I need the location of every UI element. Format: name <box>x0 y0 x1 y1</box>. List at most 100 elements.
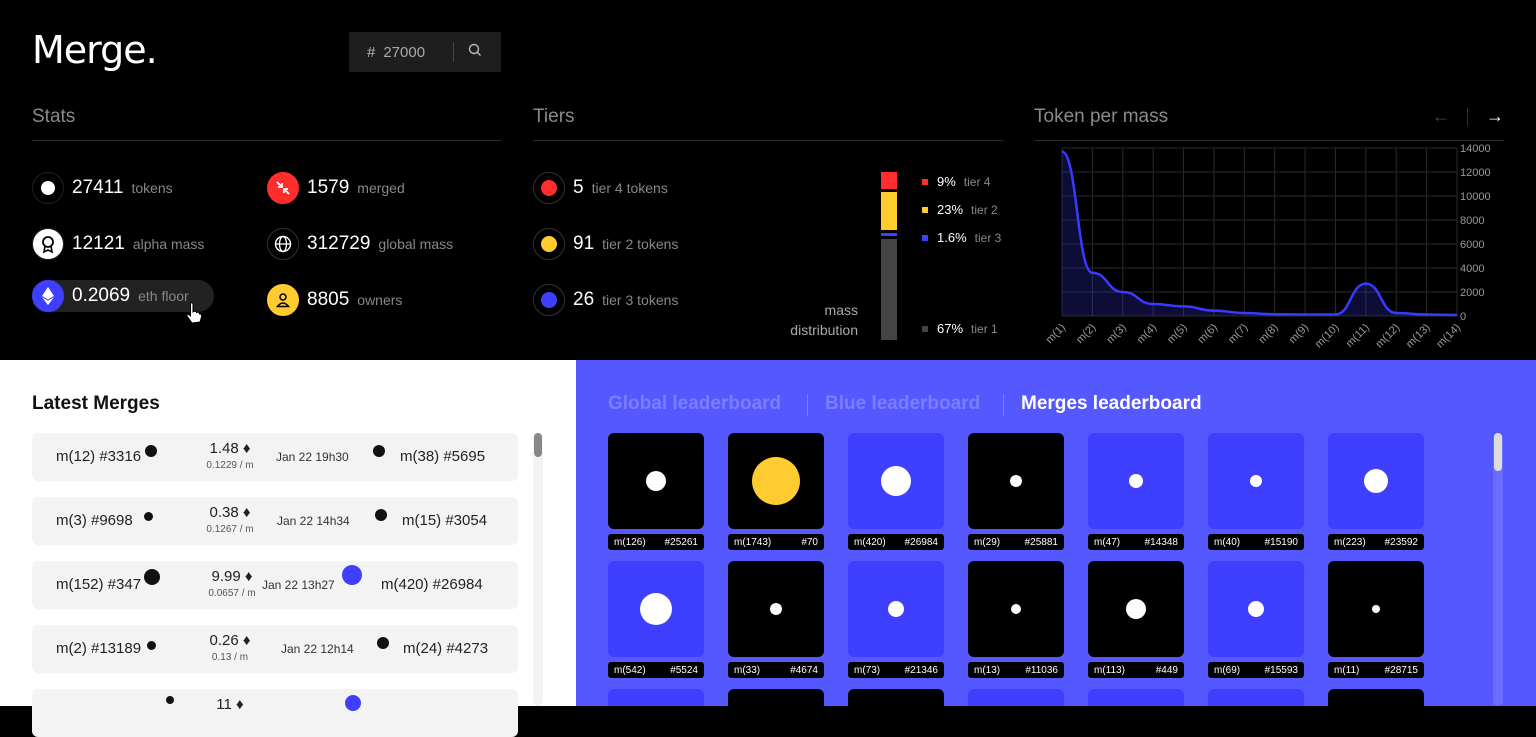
merge-to[interactable]: m(38) #5695 <box>400 448 485 465</box>
token-tile[interactable] <box>1208 433 1304 529</box>
mass-bar-tier-2 <box>881 192 897 230</box>
token-mass: m(113) <box>1094 665 1125 676</box>
eth-icon: ♦ <box>243 504 251 521</box>
next-tile-row <box>608 689 1444 706</box>
token-mass: m(542) <box>614 665 646 676</box>
token-tag[interactable]: m(40)#15190 <box>1208 534 1304 550</box>
token-tile[interactable] <box>848 561 944 657</box>
merge-row[interactable]: m(2) #13189 0.26 ♦0.13 / m Jan 22 12h14 … <box>32 625 518 673</box>
token-tag[interactable]: m(1743)#70 <box>728 534 824 550</box>
tiers-divider <box>533 140 1004 141</box>
token-tag[interactable]: m(13)#11036 <box>968 662 1064 678</box>
merge-mass: 1.48 ♦0.1229 / m <box>180 441 280 472</box>
to-dot-icon <box>345 695 361 711</box>
token-tag[interactable]: m(29)#25881 <box>968 534 1064 550</box>
search-icon[interactable] <box>468 43 482 61</box>
scrollbar-thumb[interactable] <box>1494 433 1502 471</box>
stat-label: owners <box>357 292 402 308</box>
token-tag[interactable]: m(69)#15593 <box>1208 662 1304 678</box>
merge-from[interactable]: m(3) #9698 <box>56 512 133 529</box>
stat-value: 12121 <box>72 233 125 255</box>
y-tick-label: 6000 <box>1460 239 1484 251</box>
token-tile[interactable] <box>728 433 824 529</box>
leaderboard-scrollbar[interactable] <box>1493 433 1503 706</box>
tiers-title: Tiers <box>533 106 575 128</box>
search-divider <box>453 42 454 62</box>
stat-tokens: 27411 tokens <box>32 172 173 204</box>
tab-merges-leaderboard[interactable]: Merges leaderboard <box>1021 393 1202 415</box>
token-tag[interactable]: m(223)#23592 <box>1328 534 1424 550</box>
merge-to[interactable]: m(420) #26984 <box>381 576 483 593</box>
token-tag[interactable]: m(420)#26984 <box>848 534 944 550</box>
token-tag[interactable]: m(33)#4674 <box>728 662 824 678</box>
latest-merges-scrollbar[interactable] <box>533 433 543 706</box>
token-tile[interactable] <box>1328 433 1424 529</box>
x-tick-label: m(4) <box>1135 322 1159 346</box>
token-id: #14348 <box>1145 537 1178 548</box>
token-id: #21346 <box>905 665 938 676</box>
logo[interactable]: Merge. <box>32 28 157 72</box>
token-mass: m(47) <box>1094 537 1120 548</box>
token-tag[interactable]: m(542)#5524 <box>608 662 704 678</box>
merge-row[interactable]: 11 ♦ <box>32 689 518 737</box>
tier-2-stat: 91 tier 2 tokens <box>533 228 678 260</box>
legend-tier-1: 67%tier 1 <box>922 321 998 336</box>
series-line <box>1062 152 1457 315</box>
legend-tier-2: 23%tier 2 <box>922 202 998 217</box>
tab-global-leaderboard[interactable]: Global leaderboard <box>608 393 781 415</box>
x-tick-label: m(14) <box>1434 322 1463 351</box>
search-box[interactable]: # 27000 <box>349 32 501 72</box>
token-dot-icon <box>1372 605 1380 613</box>
merge-date: Jan 22 14h34 <box>277 514 350 528</box>
legend-tier-4: 9%tier 4 <box>922 174 990 189</box>
x-tick-label: m(6) <box>1196 322 1220 346</box>
token-tag[interactable]: m(126)#25261 <box>608 534 704 550</box>
mass-bar-tier-3 <box>881 233 897 236</box>
stat-label: alpha mass <box>133 236 205 252</box>
token-mass: m(11) <box>1334 665 1359 676</box>
token-dot-icon <box>1010 475 1022 487</box>
hand-cursor-icon <box>186 302 202 329</box>
chart-prev-button[interactable]: ← <box>1432 106 1450 127</box>
merge-to[interactable]: m(24) #4273 <box>403 640 488 657</box>
x-tick-label: m(3) <box>1104 322 1128 346</box>
merge-date: Jan 22 13h27 <box>262 578 335 592</box>
tier-label: tier 3 tokens <box>602 292 678 308</box>
merge-row[interactable]: m(12) #3316 1.48 ♦0.1229 / m Jan 22 19h3… <box>32 433 518 481</box>
hash-icon: # <box>367 44 375 61</box>
token-tile[interactable] <box>968 433 1064 529</box>
stat-eth-floor[interactable]: 0.2069 eth floor <box>32 280 189 312</box>
from-dot-icon <box>147 641 156 650</box>
merge-from[interactable]: m(2) #13189 <box>56 640 141 657</box>
token-tag[interactable]: m(73)#21346 <box>848 662 944 678</box>
token-tile[interactable] <box>1088 433 1184 529</box>
token-tile[interactable] <box>608 561 704 657</box>
token-tile[interactable] <box>968 561 1064 657</box>
search-input[interactable]: 27000 <box>383 44 453 61</box>
token-tile[interactable] <box>1088 561 1184 657</box>
x-tick-label: m(1) <box>1044 322 1068 346</box>
merge-row[interactable]: m(152) #347 9.99 ♦0.0657 / m Jan 22 13h2… <box>32 561 518 609</box>
merge-to[interactable]: m(15) #3054 <box>402 512 487 529</box>
merge-date: Jan 22 12h14 <box>281 642 354 656</box>
token-tile[interactable] <box>848 433 944 529</box>
token-tag[interactable]: m(47) #14348 <box>1088 534 1184 550</box>
token-tag[interactable]: m(113)#449 <box>1088 662 1184 678</box>
chart-next-button[interactable]: → <box>1486 106 1504 127</box>
x-tick-label: m(11) <box>1344 322 1372 350</box>
scrollbar-thumb[interactable] <box>534 433 542 457</box>
merge-from[interactable]: m(12) #3316 <box>56 448 141 465</box>
token-id: #26984 <box>905 537 938 548</box>
token-dot-icon <box>888 601 904 617</box>
token-tile[interactable] <box>1328 561 1424 657</box>
tab-blue-leaderboard[interactable]: Blue leaderboard <box>825 393 980 415</box>
token-tile[interactable] <box>1208 561 1304 657</box>
token-tag[interactable]: m(11)#28715 <box>1328 662 1424 678</box>
token-id: #15593 <box>1265 665 1298 676</box>
token-tile[interactable] <box>608 433 704 529</box>
from-dot-icon <box>145 445 157 457</box>
merge-row[interactable]: m(3) #9698 0.38 ♦0.1267 / m Jan 22 14h34… <box>32 497 518 545</box>
token-mass: m(29) <box>974 537 1000 548</box>
token-tile[interactable] <box>728 561 824 657</box>
merge-from[interactable]: m(152) #347 <box>56 576 141 593</box>
